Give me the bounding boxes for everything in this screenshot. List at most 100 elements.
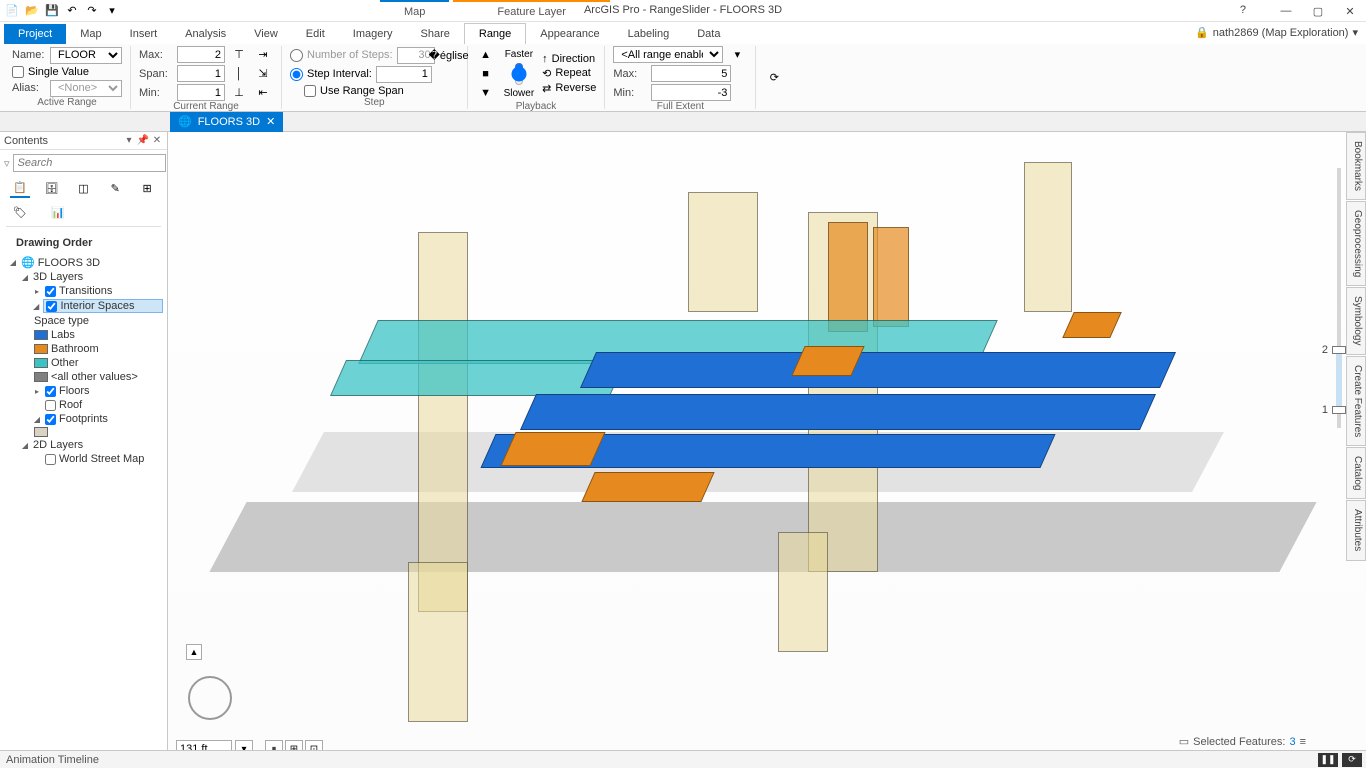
tab-project[interactable]: Project: [4, 24, 66, 44]
name-select[interactable]: FLOOR: [50, 47, 122, 64]
cr-span-ext-icon[interactable]: ⇲: [253, 65, 273, 82]
expand-icon[interactable]: [32, 400, 42, 410]
expand-icon[interactable]: ◢: [32, 414, 42, 424]
list-chart-icon[interactable]: 📊: [48, 202, 68, 222]
step-back-icon[interactable]: ▲: [476, 46, 496, 63]
selected-features-readout[interactable]: ▭ Selected Features: 3 ≡: [1179, 735, 1306, 748]
new-project-icon[interactable]: 📄: [4, 3, 20, 19]
tab-share[interactable]: Share: [407, 24, 464, 44]
dock-tab-attributes[interactable]: Attributes: [1346, 500, 1366, 560]
user-dropdown-icon[interactable]: ▾: [1352, 26, 1358, 39]
layer-interior-spaces[interactable]: ◢ Interior Spaces: [4, 298, 163, 314]
scene-node[interactable]: ◢ 🌐 FLOORS 3D: [4, 255, 163, 270]
refresh-extent-icon[interactable]: ⟳: [764, 69, 784, 86]
layer-world-street-map[interactable]: World Street Map: [4, 452, 163, 466]
status-refresh-button[interactable]: ⟳: [1342, 753, 1362, 767]
dock-tab-create-features[interactable]: Create Features: [1346, 356, 1366, 446]
contents-search-input[interactable]: [13, 154, 166, 172]
roof-checkbox[interactable]: [45, 400, 56, 411]
redo-icon[interactable]: ↷: [84, 3, 100, 19]
expand-icon[interactable]: ◢: [8, 258, 18, 268]
signed-in-user[interactable]: 🔒 nath2869 (Map Exploration) ▾: [1195, 26, 1358, 39]
floors-checkbox[interactable]: [45, 386, 56, 397]
play-icon[interactable]: ■: [476, 65, 496, 82]
cr-span-icon[interactable]: │: [229, 65, 249, 82]
layer-roof[interactable]: Roof: [4, 398, 163, 412]
context-tab-map[interactable]: Map: [380, 0, 449, 22]
fe-max-input[interactable]: [651, 65, 731, 82]
tab-edit[interactable]: Edit: [292, 24, 339, 44]
cr-min-ext-icon[interactable]: ⇤: [253, 84, 273, 101]
list-labeling-icon[interactable]: 🏷: [10, 202, 30, 222]
pane-pin-icon[interactable]: 📌: [137, 135, 149, 147]
maximize-button[interactable]: ▢: [1302, 0, 1334, 22]
world-street-checkbox[interactable]: [45, 454, 56, 465]
legend-other[interactable]: Other: [4, 356, 163, 370]
fe-min-input[interactable]: [651, 84, 731, 101]
expand-icon[interactable]: ▸: [32, 286, 42, 296]
step-interval-input[interactable]: [376, 66, 432, 83]
cr-span-input[interactable]: [177, 65, 225, 82]
single-value-checkbox[interactable]: [12, 66, 24, 78]
use-range-span-checkbox[interactable]: [304, 85, 316, 97]
cr-max-ext-icon[interactable]: ⇥: [253, 46, 273, 63]
animation-timeline-label[interactable]: Animation Timeline: [6, 754, 99, 766]
range-slider[interactable]: 2 1: [1332, 168, 1346, 428]
dock-tab-symbology[interactable]: Symbology: [1346, 287, 1366, 354]
tab-data[interactable]: Data: [683, 24, 734, 44]
save-icon[interactable]: 💾: [44, 3, 60, 19]
filter-icon[interactable]: ▿: [4, 157, 10, 170]
tab-range[interactable]: Range: [464, 23, 526, 44]
dock-tab-bookmarks[interactable]: Bookmarks: [1346, 132, 1366, 200]
tab-map[interactable]: Map: [66, 24, 115, 44]
list-drawing-order-icon[interactable]: 📋: [10, 178, 30, 198]
full-extent-layer-select[interactable]: <All range enabled data>: [613, 46, 723, 63]
expand-icon[interactable]: [32, 454, 42, 464]
num-steps-radio[interactable]: [290, 49, 303, 62]
direction-up-icon[interactable]: ↑: [542, 53, 548, 65]
qat-dropdown-icon[interactable]: ▾: [104, 3, 120, 19]
interior-spaces-checkbox[interactable]: [46, 301, 57, 312]
transitions-checkbox[interactable]: [45, 286, 56, 297]
compass-navigator[interactable]: [188, 676, 232, 720]
dock-tab-geoprocessing[interactable]: Geoprocessing: [1346, 201, 1366, 286]
pane-menu-icon[interactable]: ▾: [123, 135, 135, 147]
cr-min-input[interactable]: [177, 84, 225, 101]
pane-close-icon[interactable]: ✕: [151, 135, 163, 147]
list-source-icon[interactable]: 🗄: [42, 178, 62, 198]
open-icon[interactable]: 📂: [24, 3, 40, 19]
minimize-button[interactable]: —: [1270, 0, 1302, 22]
status-pause-button[interactable]: ❚❚: [1318, 753, 1338, 767]
expand-icon[interactable]: ◢: [20, 272, 30, 282]
list-editing-icon[interactable]: ✎: [105, 178, 125, 198]
help-icon[interactable]: ?: [1240, 4, 1246, 16]
cr-min-lock-icon[interactable]: ⊥: [229, 84, 249, 101]
map-viewport[interactable]: ▲ ▾ ⏸ ⊞ ⊡ 2 1 ▭ Selected Features: 3 ≡: [168, 132, 1366, 768]
close-button[interactable]: ✕: [1334, 0, 1366, 22]
undo-icon[interactable]: ↶: [64, 3, 80, 19]
range-handle-bottom[interactable]: [1332, 406, 1346, 414]
layers2d-node[interactable]: ◢ 2D Layers: [4, 438, 163, 452]
map-tab-floors3d[interactable]: 🌐 FLOORS 3D ✕: [170, 112, 283, 132]
viewport-up-button[interactable]: ▲: [186, 644, 202, 660]
expand-icon[interactable]: ◢: [32, 301, 40, 311]
expand-icon[interactable]: ◢: [20, 440, 30, 450]
selected-features-menu-icon[interactable]: ≡: [1300, 736, 1306, 748]
repeat-icon[interactable]: ⟲: [542, 67, 551, 80]
list-snapping-icon[interactable]: ⊞: [137, 178, 157, 198]
legend-labs[interactable]: Labs: [4, 328, 163, 342]
layers3d-node[interactable]: ◢ 3D Layers: [4, 270, 163, 284]
legend-bathroom[interactable]: Bathroom: [4, 342, 163, 356]
layer-floors[interactable]: ▸ Floors: [4, 384, 163, 398]
full-extent-dropdown-icon[interactable]: ▾: [727, 46, 747, 63]
map-tab-close-icon[interactable]: ✕: [266, 115, 275, 128]
tab-insert[interactable]: Insert: [116, 24, 172, 44]
tab-labeling[interactable]: Labeling: [614, 24, 684, 44]
list-selection-icon[interactable]: ◫: [74, 178, 94, 198]
dock-tab-catalog[interactable]: Catalog: [1346, 447, 1366, 499]
expand-icon[interactable]: ▸: [32, 386, 42, 396]
step-interval-radio[interactable]: [290, 68, 303, 81]
layer-footprints[interactable]: ◢ Footprints: [4, 412, 163, 426]
step-fwd-icon[interactable]: ▼: [476, 84, 496, 101]
tab-analysis[interactable]: Analysis: [171, 24, 240, 44]
